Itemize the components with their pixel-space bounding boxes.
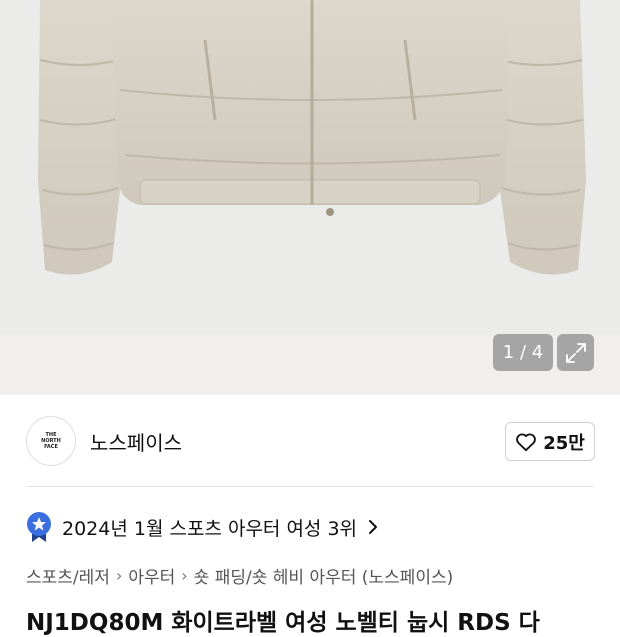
brand-row: THE NORTH FACE 노스페이스 25만 (0, 410, 620, 472)
heart-icon (516, 433, 537, 451)
expand-icon (565, 342, 586, 363)
brand-logo[interactable]: THE NORTH FACE (26, 416, 76, 466)
chevron-right-icon (369, 520, 378, 534)
like-count: 25만 (543, 432, 585, 454)
product-photo[interactable] (0, 0, 620, 335)
like-button[interactable]: 25만 (505, 422, 595, 461)
chevron-right-icon: › (115, 566, 123, 585)
jacket-image (0, 0, 620, 335)
divider (26, 486, 594, 487)
logo-line: FACE (44, 444, 58, 450)
breadcrumb-item[interactable]: 스포츠/레저 (26, 563, 110, 588)
breadcrumb-item[interactable]: 아우터 (128, 563, 175, 588)
brand-name[interactable]: 노스페이스 (90, 427, 182, 456)
star-badge-icon (27, 512, 51, 542)
image-counter: 1 / 4 (493, 334, 553, 371)
product-gallery[interactable]: 1 / 4 (0, 0, 620, 395)
chevron-right-icon: › (181, 566, 188, 585)
breadcrumb: 스포츠/레저 › 아우터 › 숏 패딩/숏 헤비 아우터 (노스페이스) (26, 563, 453, 588)
breadcrumb-item[interactable]: 숏 패딩/숏 헤비 아우터 (노스페이스) (194, 563, 454, 588)
expand-button[interactable] (557, 334, 594, 371)
ranking-row[interactable]: 2024년 1월 스포츠 아우터 여성 3위 (26, 510, 379, 544)
product-title: NJ1DQ80M 화이트라벨 여성 노벨티 눕시 RDS 다 (26, 610, 540, 636)
ranking-text: 2024년 1월 스포츠 아우터 여성 3위 (62, 517, 358, 540)
